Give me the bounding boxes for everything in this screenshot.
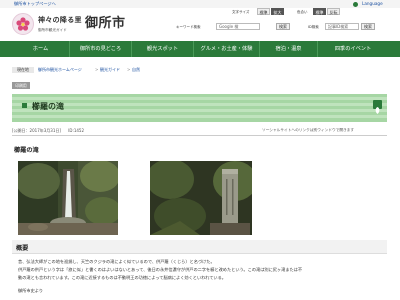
divider bbox=[12, 135, 387, 136]
globe-icon bbox=[353, 1, 358, 7]
keyword-search-label: キーワード検索 bbox=[176, 25, 201, 29]
nav-item-highlights[interactable]: 御所市の見どころ bbox=[70, 41, 132, 57]
color-label: 色合い bbox=[297, 10, 308, 14]
nav-item-spots[interactable]: 観光スポット bbox=[132, 41, 194, 57]
leaf-emblem-icon bbox=[373, 100, 382, 114]
site-subtitle: 御所市観光ガイド bbox=[38, 28, 67, 32]
monument-photo bbox=[150, 161, 252, 235]
nav-item-lodging[interactable]: 宿泊・温泉 bbox=[260, 41, 318, 57]
color-invert-toggle[interactable]: 反転 bbox=[327, 8, 340, 15]
breadcrumb-item-guide[interactable]: 観光ガイド bbox=[100, 67, 120, 73]
nav-item-gourmet[interactable]: グルメ・お土産・体験 bbox=[194, 41, 260, 57]
breadcrumb-item-nature[interactable]: 自然 bbox=[132, 67, 140, 73]
waterfall-photo bbox=[18, 161, 118, 235]
breadcrumb-label: 現在地 bbox=[12, 67, 34, 73]
section-heading-overview: 概要 bbox=[16, 245, 29, 252]
flower-logo-icon[interactable] bbox=[12, 13, 34, 35]
breadcrumb-separator: > bbox=[95, 67, 99, 72]
section-heading-waterfall: 櫛羅の滝 bbox=[14, 147, 39, 154]
breadcrumb-item-home[interactable]: 御所市観光ホームページ bbox=[38, 67, 82, 73]
breadcrumb-separator: > bbox=[127, 67, 131, 72]
section-heading-bg bbox=[12, 240, 387, 254]
nav-item-home[interactable]: ホーム bbox=[12, 41, 70, 57]
source-note: 御所市史より bbox=[18, 288, 44, 293]
site-title[interactable]: 御所市 bbox=[85, 12, 126, 31]
font-size-large-toggle[interactable]: 拡大 bbox=[271, 8, 284, 15]
article-id: ID:1452 bbox=[68, 128, 85, 133]
keyword-search-button[interactable]: 検索 bbox=[276, 23, 290, 30]
overview-line-1: 昔、弘法大師がこの地を巡錫し、天竺のクジラの滝によく似ているので、供戸羅（くじら… bbox=[18, 259, 215, 264]
color-normal-toggle[interactable]: 標準 bbox=[313, 8, 326, 15]
id-search-button[interactable]: 検索 bbox=[361, 23, 375, 30]
id-search-input[interactable]: 記事ID検索 bbox=[325, 23, 359, 30]
overview-line-2: 供戸羅の供戸という字は「旅に似」と書くのはよいはないとあって、後日の永井信濃守が… bbox=[18, 267, 303, 272]
keyword-search-input[interactable]: Google 検 bbox=[216, 23, 260, 30]
nav-item-events[interactable]: 四季のイベント bbox=[318, 41, 388, 57]
page-title-banner bbox=[12, 94, 387, 122]
id-search-label: ID検索 bbox=[308, 25, 319, 29]
font-size-normal-toggle[interactable]: 標準 bbox=[257, 8, 270, 15]
article-meta: [公開日：2017年3月31日] ID:1452 bbox=[12, 128, 84, 134]
language-link[interactable]: Language bbox=[362, 1, 383, 6]
print-button[interactable]: 印刷用 bbox=[12, 82, 30, 89]
updated-date: [公開日：2017年3月31日] bbox=[12, 128, 61, 133]
top-bar bbox=[0, 0, 400, 8]
external-link-notice: ソーシャルサイトへのリンクは別ウィンドウで開きます bbox=[262, 128, 355, 132]
page-title: 櫛羅の滝 bbox=[32, 102, 64, 111]
overview-line-3: 動の滝とも言われています。この滝に近接するものは不動明王の功徳によって脳病によく… bbox=[18, 275, 226, 280]
title-marker-icon bbox=[22, 103, 27, 108]
home-top-link[interactable]: 御所市トップページへ bbox=[14, 1, 56, 6]
font-size-label: 文字サイズ bbox=[232, 10, 250, 14]
site-tagline: 神々の降る里 bbox=[38, 16, 82, 24]
